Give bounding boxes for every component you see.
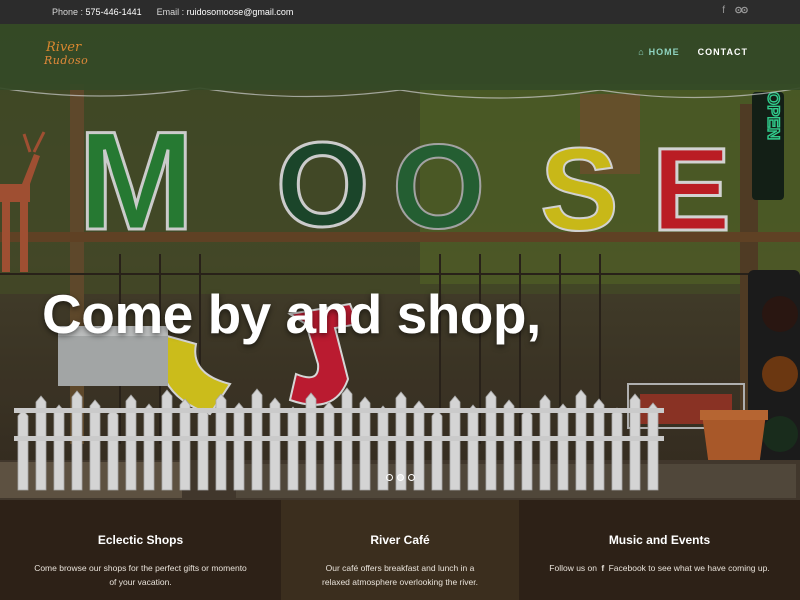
feature-text: Come browse our shops for the perfect gi… <box>34 563 247 587</box>
contact-info: Phone : 575-446-1441 Email : ruidosomoos… <box>52 7 293 17</box>
nav-home[interactable]: ⌂ HOME <box>638 47 679 57</box>
hero-image: M O O S E OPEN <box>0 24 800 500</box>
hero-slider: M O O S E OPEN <box>0 24 800 500</box>
logo-text-line2: Rudoso <box>44 54 89 67</box>
slide-dot-2[interactable] <box>397 474 404 481</box>
feature-text-before: Follow us on <box>549 563 597 573</box>
feature-text-after: Facebook to see what we have coming up. <box>608 563 770 573</box>
main-nav: ⌂ HOME CONTACT <box>638 47 748 57</box>
feature-section: Eclectic Shops Come browse our shops for… <box>0 500 800 600</box>
slide-dot-3[interactable] <box>408 474 415 481</box>
top-bar: Phone : 575-446-1441 Email : ruidosomoos… <box>0 0 800 24</box>
feature-title: River Café <box>370 533 430 547</box>
feature-eclectic-shops: Eclectic Shops Come browse our shops for… <box>0 500 281 600</box>
hero-headline: Come by and shop, <box>42 283 541 345</box>
nav-home-label: HOME <box>648 47 680 57</box>
home-icon: ⌂ <box>638 47 645 57</box>
main-navbar: River Rudoso <box>0 24 800 90</box>
feature-text: Our café offers breakfast and lunch in a… <box>322 563 478 587</box>
logo-text-line1: River <box>46 40 82 55</box>
phone-number[interactable]: 575-446-1441 <box>86 7 142 17</box>
feature-river-cafe: River Café Our café offers breakfast and… <box>281 500 519 600</box>
slide-dot-1[interactable] <box>386 474 393 481</box>
facebook-icon[interactable]: f <box>722 5 725 19</box>
feature-title: Music and Events <box>608 533 711 547</box>
slider-pagination <box>386 474 415 481</box>
nav-contact[interactable]: CONTACT <box>698 47 748 57</box>
phone-label: Phone : <box>52 7 84 17</box>
social-links: f <box>722 5 748 19</box>
facebook-icon[interactable]: f <box>601 561 604 575</box>
email-label: Email : <box>156 7 185 17</box>
email-link[interactable]: ruidosomoose@gmail.com <box>187 7 294 17</box>
feature-music-events: Music and Events Follow us on f Facebook… <box>519 500 800 600</box>
tripadvisor-icon[interactable] <box>735 5 748 19</box>
site-logo[interactable]: River Rudoso <box>44 40 96 74</box>
feature-title: Eclectic Shops <box>97 533 184 547</box>
feature-text: Follow us on f Facebook to see what we h… <box>519 561 800 575</box>
